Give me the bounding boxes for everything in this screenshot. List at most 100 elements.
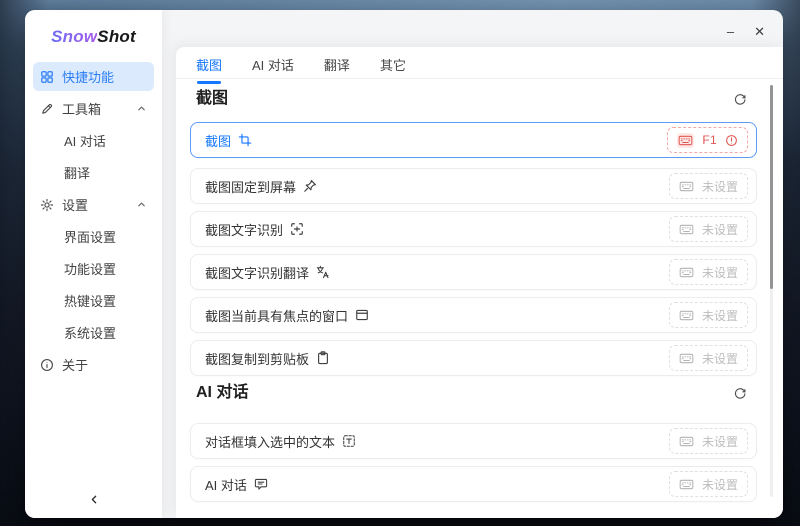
sidebar-item-function-settings[interactable]: 功能设置 (33, 254, 154, 283)
keyboard-icon (677, 132, 695, 148)
sidebar-item-label: AI 对话 (64, 134, 106, 149)
chevron-up-icon (136, 199, 147, 210)
ocr-translate-icon (316, 265, 330, 279)
row-label: 截图当前具有焦点的窗口 (205, 308, 349, 324)
snowshot-settings-window: – ✕ SnowShot 快捷功能 工具箱 AI 对话 翻译 设置 界面设置 功… (25, 10, 783, 518)
shortcut-badge[interactable]: 未设置 (668, 259, 748, 285)
row-label: 截图复制到剪贴板 (205, 351, 310, 367)
focused-window-icon (355, 308, 369, 322)
shortcut-status: 未设置 (701, 308, 738, 323)
shortcut-badge[interactable]: 未设置 (668, 345, 748, 371)
row-label: 截图固定到屏幕 (205, 179, 297, 195)
shortcut-badge[interactable]: 未设置 (668, 428, 748, 454)
sidebar-item-label: 系统设置 (64, 326, 117, 341)
sidebar-item-settings[interactable]: 设置 (33, 190, 154, 219)
sidebar-item-translate[interactable]: 翻译 (33, 158, 154, 187)
sidebar-item-label: 快捷功能 (62, 70, 115, 85)
app-logo: SnowShot (25, 27, 162, 47)
category-tabs: 截图 AI 对话 翻译 其它 (196, 57, 406, 84)
shortcut-row-fill-selected-text[interactable]: 对话框填入选中的文本 未设置 (190, 423, 757, 459)
shortcut-badge[interactable]: F1 (667, 127, 748, 153)
shortcut-row-ocr-translate[interactable]: 截图文字识别翻译 未设置 (190, 254, 757, 290)
shortcut-row-focused-window[interactable]: 截图当前具有焦点的窗口 未设置 (190, 297, 757, 333)
keyboard-icon (679, 352, 694, 365)
tab-translate[interactable]: 翻译 (324, 57, 350, 75)
shortcut-badge[interactable]: 未设置 (668, 471, 748, 497)
desktop-background: – ✕ SnowShot 快捷功能 工具箱 AI 对话 翻译 设置 界面设置 功… (0, 0, 800, 526)
sidebar-item-ai-chat[interactable]: AI 对话 (33, 126, 154, 155)
shortcut-badge[interactable]: 未设置 (668, 302, 748, 328)
logo-part-snow: Snow (51, 27, 98, 46)
shortcut-status: 未设置 (701, 477, 738, 492)
shortcut-status: 未设置 (701, 222, 738, 237)
sidebar-item-toolbox[interactable]: 工具箱 (33, 94, 154, 123)
keyboard-icon (679, 309, 694, 322)
gear-icon (40, 198, 54, 212)
sidebar-collapse-button[interactable] (87, 493, 100, 506)
scrollbar-track[interactable] (770, 85, 773, 497)
sidebar-item-label: 翻译 (64, 166, 91, 181)
info-icon (40, 358, 54, 372)
sidebar-item-label: 热键设置 (64, 294, 117, 309)
tab-other[interactable]: 其它 (380, 57, 406, 75)
screenshot-crop-icon (238, 133, 252, 147)
sidebar-item-system-settings[interactable]: 系统设置 (33, 318, 154, 347)
clipboard-icon (316, 351, 330, 365)
ocr-scan-icon (290, 222, 304, 236)
minimize-button[interactable]: – (725, 23, 736, 40)
sidebar-item-about[interactable]: 关于 (33, 350, 154, 379)
sidebar-item-label: 工具箱 (62, 102, 102, 117)
sidebar-nav: 快捷功能 工具箱 AI 对话 翻译 设置 界面设置 功能设置 热键设置 系统设置… (25, 47, 162, 379)
keyboard-icon (679, 478, 694, 491)
refresh-icon (733, 92, 747, 106)
scrollbar-thumb[interactable] (770, 85, 773, 289)
row-label: AI 对话 (205, 477, 247, 493)
sidebar: SnowShot 快捷功能 工具箱 AI 对话 翻译 设置 界面设置 功能设置 … (25, 10, 162, 518)
keyboard-icon (679, 180, 694, 193)
keyboard-icon (679, 266, 694, 279)
chevron-up-icon (136, 103, 147, 114)
keyboard-icon (679, 435, 694, 448)
shortcut-key: F1 (702, 133, 717, 147)
keyboard-icon (679, 223, 694, 236)
refresh-section-button[interactable] (733, 386, 747, 400)
shortcut-row-ocr[interactable]: 截图文字识别 未设置 (190, 211, 757, 247)
shortcut-row-screenshot[interactable]: 截图 F1 (190, 122, 757, 158)
sidebar-item-hotkey-settings[interactable]: 热键设置 (33, 286, 154, 315)
sidebar-item-quick-functions[interactable]: 快捷功能 (33, 62, 154, 91)
grid-icon (40, 70, 54, 84)
refresh-icon (733, 386, 747, 400)
shortcut-badge[interactable]: 未设置 (668, 216, 748, 242)
row-label: 对话框填入选中的文本 (205, 434, 336, 450)
shortcut-status: 未设置 (701, 265, 738, 280)
sidebar-item-label: 设置 (62, 198, 89, 213)
shortcut-row-ai-chat[interactable]: AI 对话 未设置 (190, 466, 757, 502)
sidebar-item-label: 关于 (62, 358, 89, 373)
warning-circle-icon (725, 134, 738, 147)
section-title-ai-chat: AI 对话 (196, 384, 249, 401)
logo-part-shot: Shot (97, 27, 136, 46)
shortcut-row-fix-to-screen[interactable]: 截图固定到屏幕 未设置 (190, 168, 757, 204)
shortcut-status: 未设置 (701, 179, 738, 194)
chevron-left-icon (87, 493, 100, 506)
tab-ai-chat[interactable]: AI 对话 (252, 57, 294, 75)
shortcut-badge[interactable]: 未设置 (668, 173, 748, 199)
window-controls: – ✕ (725, 23, 767, 40)
row-label: 截图文字识别翻译 (205, 265, 310, 281)
toolbox-pen-icon (40, 102, 54, 116)
shortcut-row-copy-clipboard[interactable]: 截图复制到剪贴板 未设置 (190, 340, 757, 376)
close-button[interactable]: ✕ (752, 23, 767, 40)
pin-icon (303, 179, 317, 193)
row-label: 截图文字识别 (205, 222, 284, 238)
main-content-card: 截图 AI 对话 翻译 其它 截图 截图 F1 截图固定到屏幕 未设置 截图文字… (176, 47, 783, 518)
tab-screenshot[interactable]: 截图 (196, 57, 222, 84)
sidebar-item-interface-settings[interactable]: 界面设置 (33, 222, 154, 251)
shortcut-status: 未设置 (701, 351, 738, 366)
section-title-screenshot: 截图 (196, 90, 229, 107)
text-insert-icon (342, 434, 356, 448)
refresh-section-button[interactable] (733, 92, 747, 106)
tabs-divider (176, 78, 783, 79)
sidebar-item-label: 界面设置 (64, 230, 117, 245)
sidebar-item-label: 功能设置 (64, 262, 117, 277)
shortcut-status: 未设置 (701, 434, 738, 449)
